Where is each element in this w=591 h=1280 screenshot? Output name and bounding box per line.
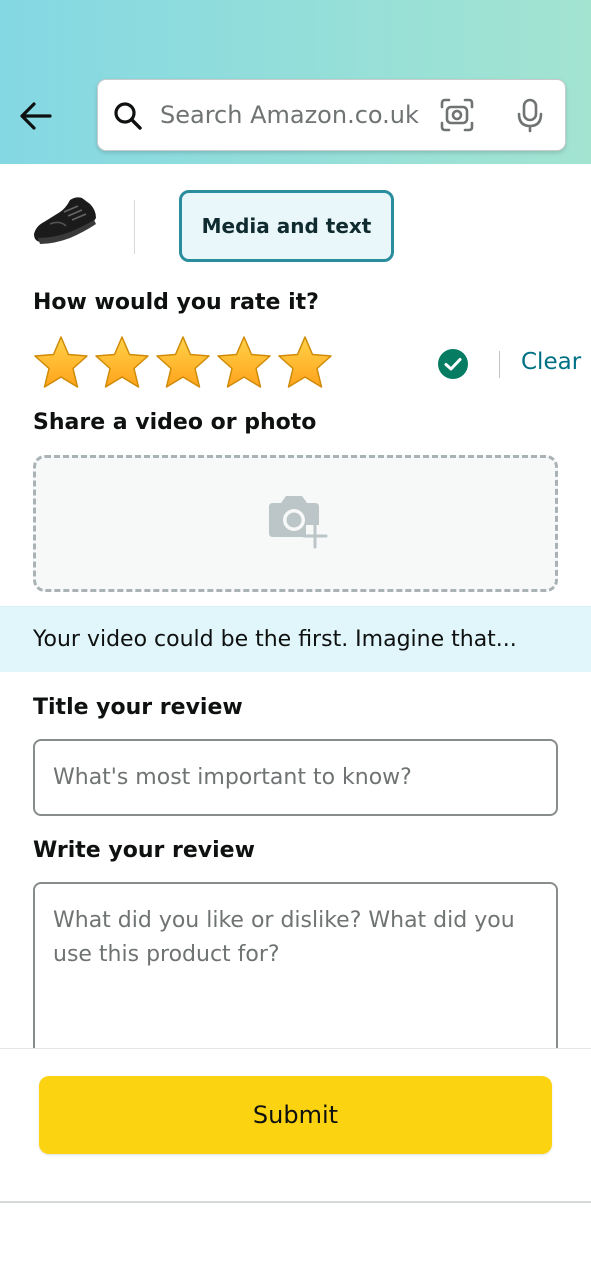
info-banner: Your video could be the first. Imagine t… xyxy=(0,606,591,672)
review-title-input[interactable] xyxy=(33,739,558,816)
star-icon[interactable] xyxy=(215,334,273,392)
clear-rating-link[interactable]: Clear xyxy=(521,349,581,375)
check-circle-icon xyxy=(438,349,468,379)
shoe-thumbnail[interactable] xyxy=(30,190,102,250)
review-title-label: Title your review xyxy=(33,695,243,720)
star-icon[interactable] xyxy=(154,334,212,392)
search-bar[interactable] xyxy=(97,79,566,151)
star-icon[interactable] xyxy=(276,334,334,392)
share-media-label: Share a video or photo xyxy=(33,410,317,435)
back-arrow-icon xyxy=(20,102,52,130)
thumbnail-divider xyxy=(134,200,135,254)
back-button[interactable] xyxy=(14,94,58,138)
clear-divider xyxy=(499,351,500,378)
footer-bar: Submit xyxy=(0,1048,591,1280)
search-icon xyxy=(114,102,142,130)
product-row: Media and text xyxy=(0,164,591,284)
star-rating[interactable] xyxy=(32,334,334,392)
search-input[interactable] xyxy=(160,94,430,136)
submit-button[interactable]: Submit xyxy=(39,1076,552,1154)
header-bar xyxy=(0,0,591,164)
info-banner-text: Your video could be the first. Imagine t… xyxy=(33,627,517,652)
media-upload-area[interactable] xyxy=(33,455,558,592)
star-icon[interactable] xyxy=(32,334,90,392)
camera-lens-icon[interactable] xyxy=(439,97,475,133)
rating-label: How would you rate it? xyxy=(33,290,319,315)
review-body-label: Write your review xyxy=(33,838,255,863)
tab-media-and-text[interactable]: Media and text xyxy=(179,190,394,262)
microphone-icon[interactable] xyxy=(512,97,548,133)
footer-divider xyxy=(0,1201,591,1203)
review-body-input[interactable] xyxy=(33,882,558,1062)
add-photo-icon xyxy=(269,496,328,549)
star-icon[interactable] xyxy=(93,334,151,392)
